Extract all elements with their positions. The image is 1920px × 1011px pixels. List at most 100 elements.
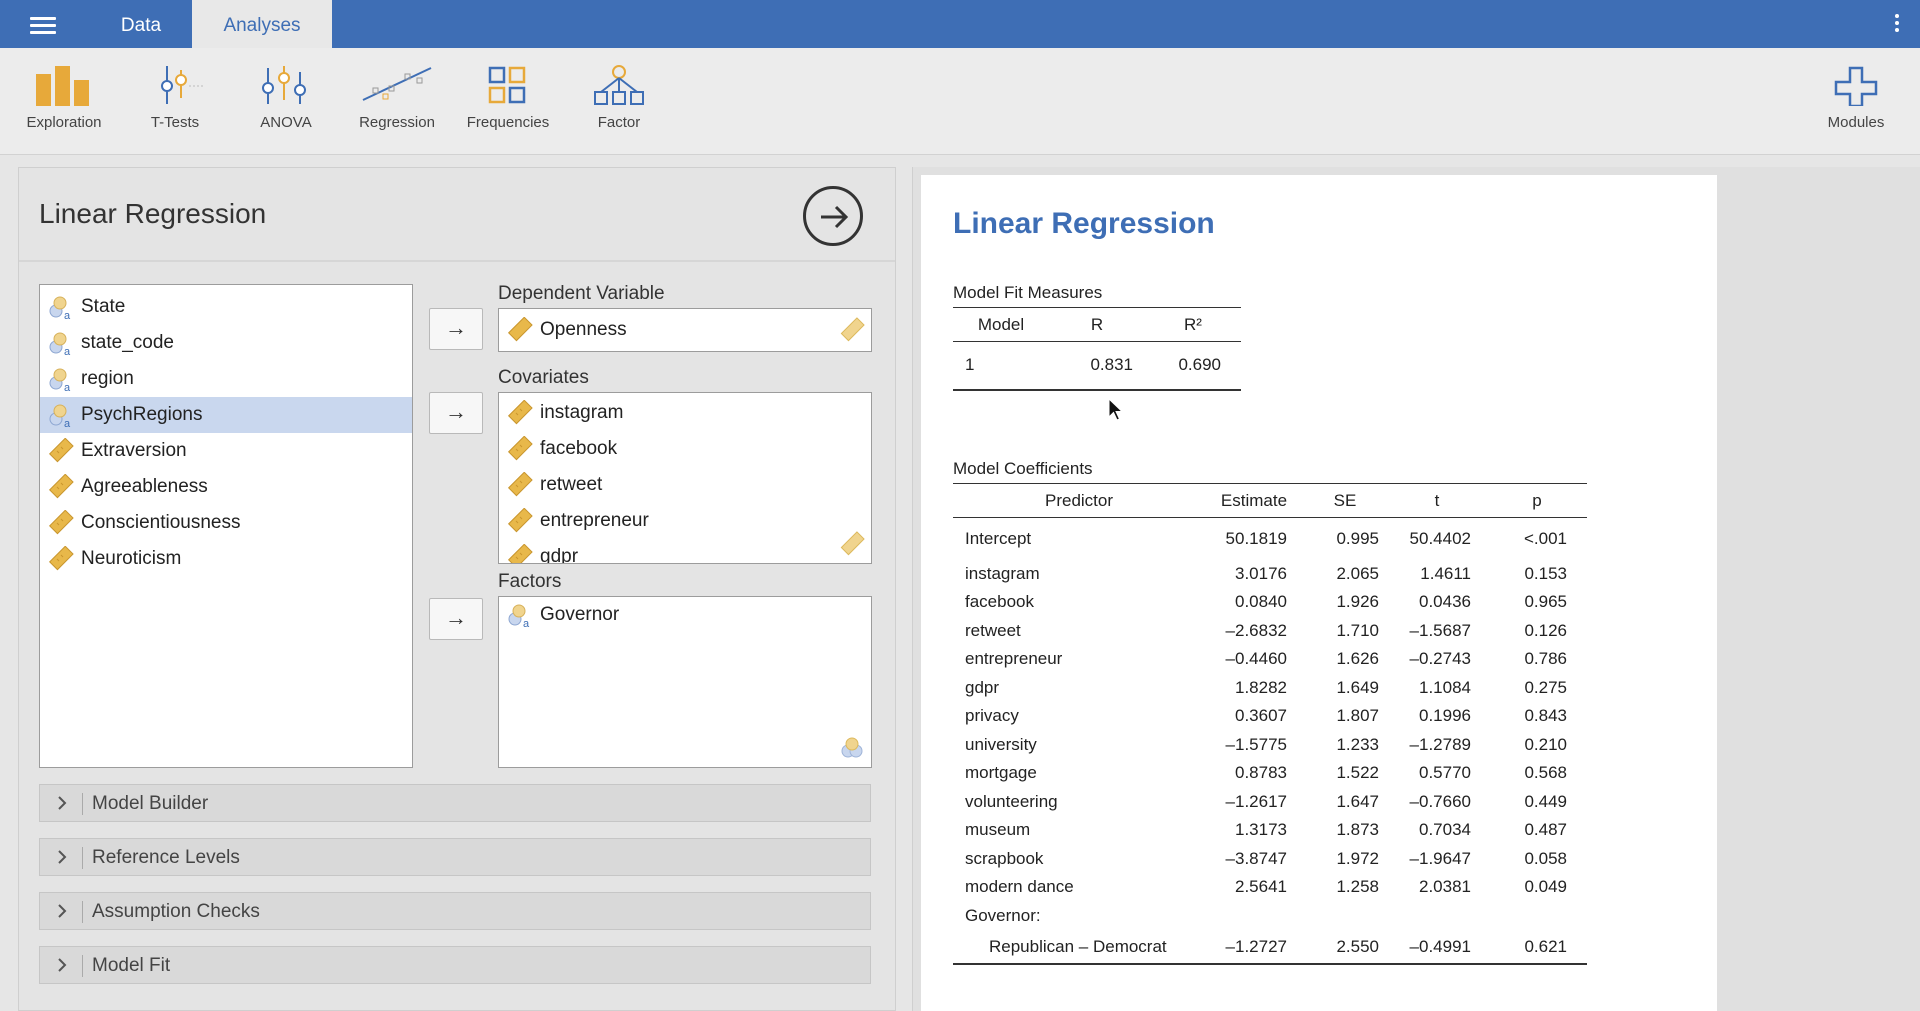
value-cell: –2.6832 [1225, 620, 1287, 640]
variable-item[interactable]: a region [40, 361, 412, 397]
predictor-cell: gdpr [965, 677, 1000, 697]
variable-name: state_code [81, 332, 174, 353]
run-analysis-button[interactable] [803, 186, 863, 246]
value-cell: 0.568 [1524, 763, 1567, 783]
chevron-right-icon [58, 850, 67, 864]
variable-item[interactable]: Neuroticism [40, 541, 412, 577]
more-options-icon[interactable] [1894, 14, 1900, 34]
exploration-label: Exploration [26, 114, 102, 131]
move-to-covariates-button[interactable]: → [429, 392, 483, 434]
anova-button[interactable]: ANOVA [236, 64, 336, 152]
covariate-item[interactable]: entrepreneur [499, 503, 871, 539]
frequencies-button[interactable]: Frequencies [458, 64, 558, 152]
covariate-item[interactable]: retweet [499, 467, 871, 503]
tab-analyses[interactable]: Analyses [192, 0, 332, 48]
model-fit-title: Model Fit Measures [953, 283, 1103, 302]
covariate-item[interactable]: gdpr [499, 539, 871, 563]
svg-text:a: a [64, 418, 71, 428]
results-document: Linear Regression Model Fit Measures Mod… [921, 175, 1717, 1011]
table-row: Intercept 50.1819 0.995 50.4402 <.001 [953, 518, 1587, 560]
variable-item[interactable]: Conscientiousness [40, 505, 412, 541]
mouse-cursor-icon [1108, 398, 1124, 421]
covariates-box[interactable]: instagram facebook retweet entrepreneur gdpr [498, 392, 872, 564]
move-to-factors-button[interactable]: → [429, 598, 483, 640]
section-assumption-checks[interactable]: Assumption Checks [39, 892, 871, 930]
covariate-item[interactable]: instagram [499, 395, 871, 431]
covariate-item[interactable]: facebook [499, 431, 871, 467]
table-row: retweet –2.6832 1.710 –1.5687 0.126 [953, 617, 1587, 646]
regression-icon [362, 67, 432, 101]
continuous-type-hint-icon [840, 531, 865, 556]
predictor-cell: entrepreneur [965, 649, 1063, 669]
tab-data[interactable]: Data [100, 0, 182, 48]
exploration-button[interactable]: Exploration [14, 64, 114, 152]
options-panel: Linear Regression a State a state_code a regi… [18, 167, 896, 1011]
continuous-variable-icon [48, 546, 74, 571]
modules-button[interactable]: Modules [1806, 64, 1906, 152]
variable-item[interactable]: Extraversion [40, 433, 412, 469]
nominal-text-variable-icon: a [49, 368, 71, 392]
value-cell: 2.550 [1303, 930, 1387, 965]
factor-button[interactable]: Factor [569, 64, 669, 152]
value-cell: 0.126 [1524, 620, 1567, 640]
move-to-dependent-button[interactable]: → [429, 308, 483, 350]
value-cell: 0.0436 [1419, 592, 1471, 612]
continuous-variable-icon [507, 544, 533, 563]
table-row: scrapbook –3.8747 1.972 –1.9647 0.058 [953, 845, 1587, 874]
coef-header-predictor: Predictor [953, 483, 1205, 518]
predictor-cell: retweet [965, 620, 1021, 640]
regression-button[interactable]: Regression [347, 64, 447, 152]
value-cell: 0.0840 [1235, 592, 1287, 612]
variable-name: State [81, 296, 126, 317]
section-reference-levels[interactable]: Reference Levels [39, 838, 871, 876]
table-row: instagram 3.0176 2.065 1.4611 0.153 [953, 560, 1587, 589]
value-cell: 0.8783 [1235, 763, 1287, 783]
dependent-variable-item[interactable]: Openness [499, 309, 871, 351]
predictor-cell: privacy [965, 706, 1019, 726]
factors-box[interactable]: a Governor [498, 596, 872, 768]
svg-text:a: a [64, 346, 71, 356]
variable-item[interactable]: Agreeableness [40, 469, 412, 505]
table-row: mortgage 0.8783 1.522 0.5770 0.568 [953, 759, 1587, 788]
section-model-fit[interactable]: Model Fit [39, 946, 871, 984]
value-cell: 1.626 [1336, 649, 1379, 669]
continuous-variable-icon [48, 510, 74, 535]
value-cell: –1.5775 [1225, 734, 1287, 754]
value-cell: 1.258 [1336, 877, 1379, 897]
value-cell: 2.0381 [1419, 877, 1471, 897]
value-cell: 1.8282 [1235, 677, 1287, 697]
continuous-variable-icon [48, 438, 74, 463]
section-model-builder[interactable]: Model Builder [39, 784, 871, 822]
arrow-right-circle-icon [821, 205, 849, 229]
value-cell: 0.049 [1524, 877, 1567, 897]
nominal-text-variable-icon: a [49, 404, 71, 428]
regression-label: Regression [359, 114, 435, 131]
variable-name: retweet [540, 474, 603, 495]
dependent-variable-label: Dependent Variable [498, 283, 665, 304]
variable-list[interactable]: a State a state_code a region a PsychRegions Ext… [39, 284, 413, 768]
nominal-text-variable-icon: a [49, 332, 71, 356]
fit-header-model: Model [953, 307, 1049, 342]
value-cell: 1.926 [1336, 592, 1379, 612]
predictor-cell: instagram [965, 563, 1040, 583]
factors-label: Factors [498, 571, 562, 592]
dependent-variable-box[interactable]: Openness [498, 308, 872, 352]
menu-icon[interactable] [30, 17, 56, 35]
variable-item[interactable]: a state_code [40, 325, 412, 361]
value-cell: 1.649 [1336, 677, 1379, 697]
fit-header-r2: R² [1145, 307, 1241, 342]
value-cell: 50.4402 [1409, 528, 1471, 548]
section-title: Model Fit [92, 955, 171, 976]
factor-item[interactable]: a Governor [499, 597, 871, 633]
variable-name: instagram [540, 402, 624, 423]
variable-name: Agreeableness [81, 476, 208, 497]
t-tests-button[interactable]: T-Tests [125, 64, 225, 152]
section-title: Model Builder [92, 793, 209, 814]
options-title: Linear Regression [39, 198, 267, 229]
variable-item[interactable]: a State [40, 289, 412, 325]
variable-item[interactable]: a PsychRegions [40, 397, 412, 433]
section-divider [82, 847, 83, 869]
value-cell: 1.233 [1336, 734, 1379, 754]
coef-header-p: p [1487, 483, 1587, 518]
anova-icon [262, 66, 306, 104]
